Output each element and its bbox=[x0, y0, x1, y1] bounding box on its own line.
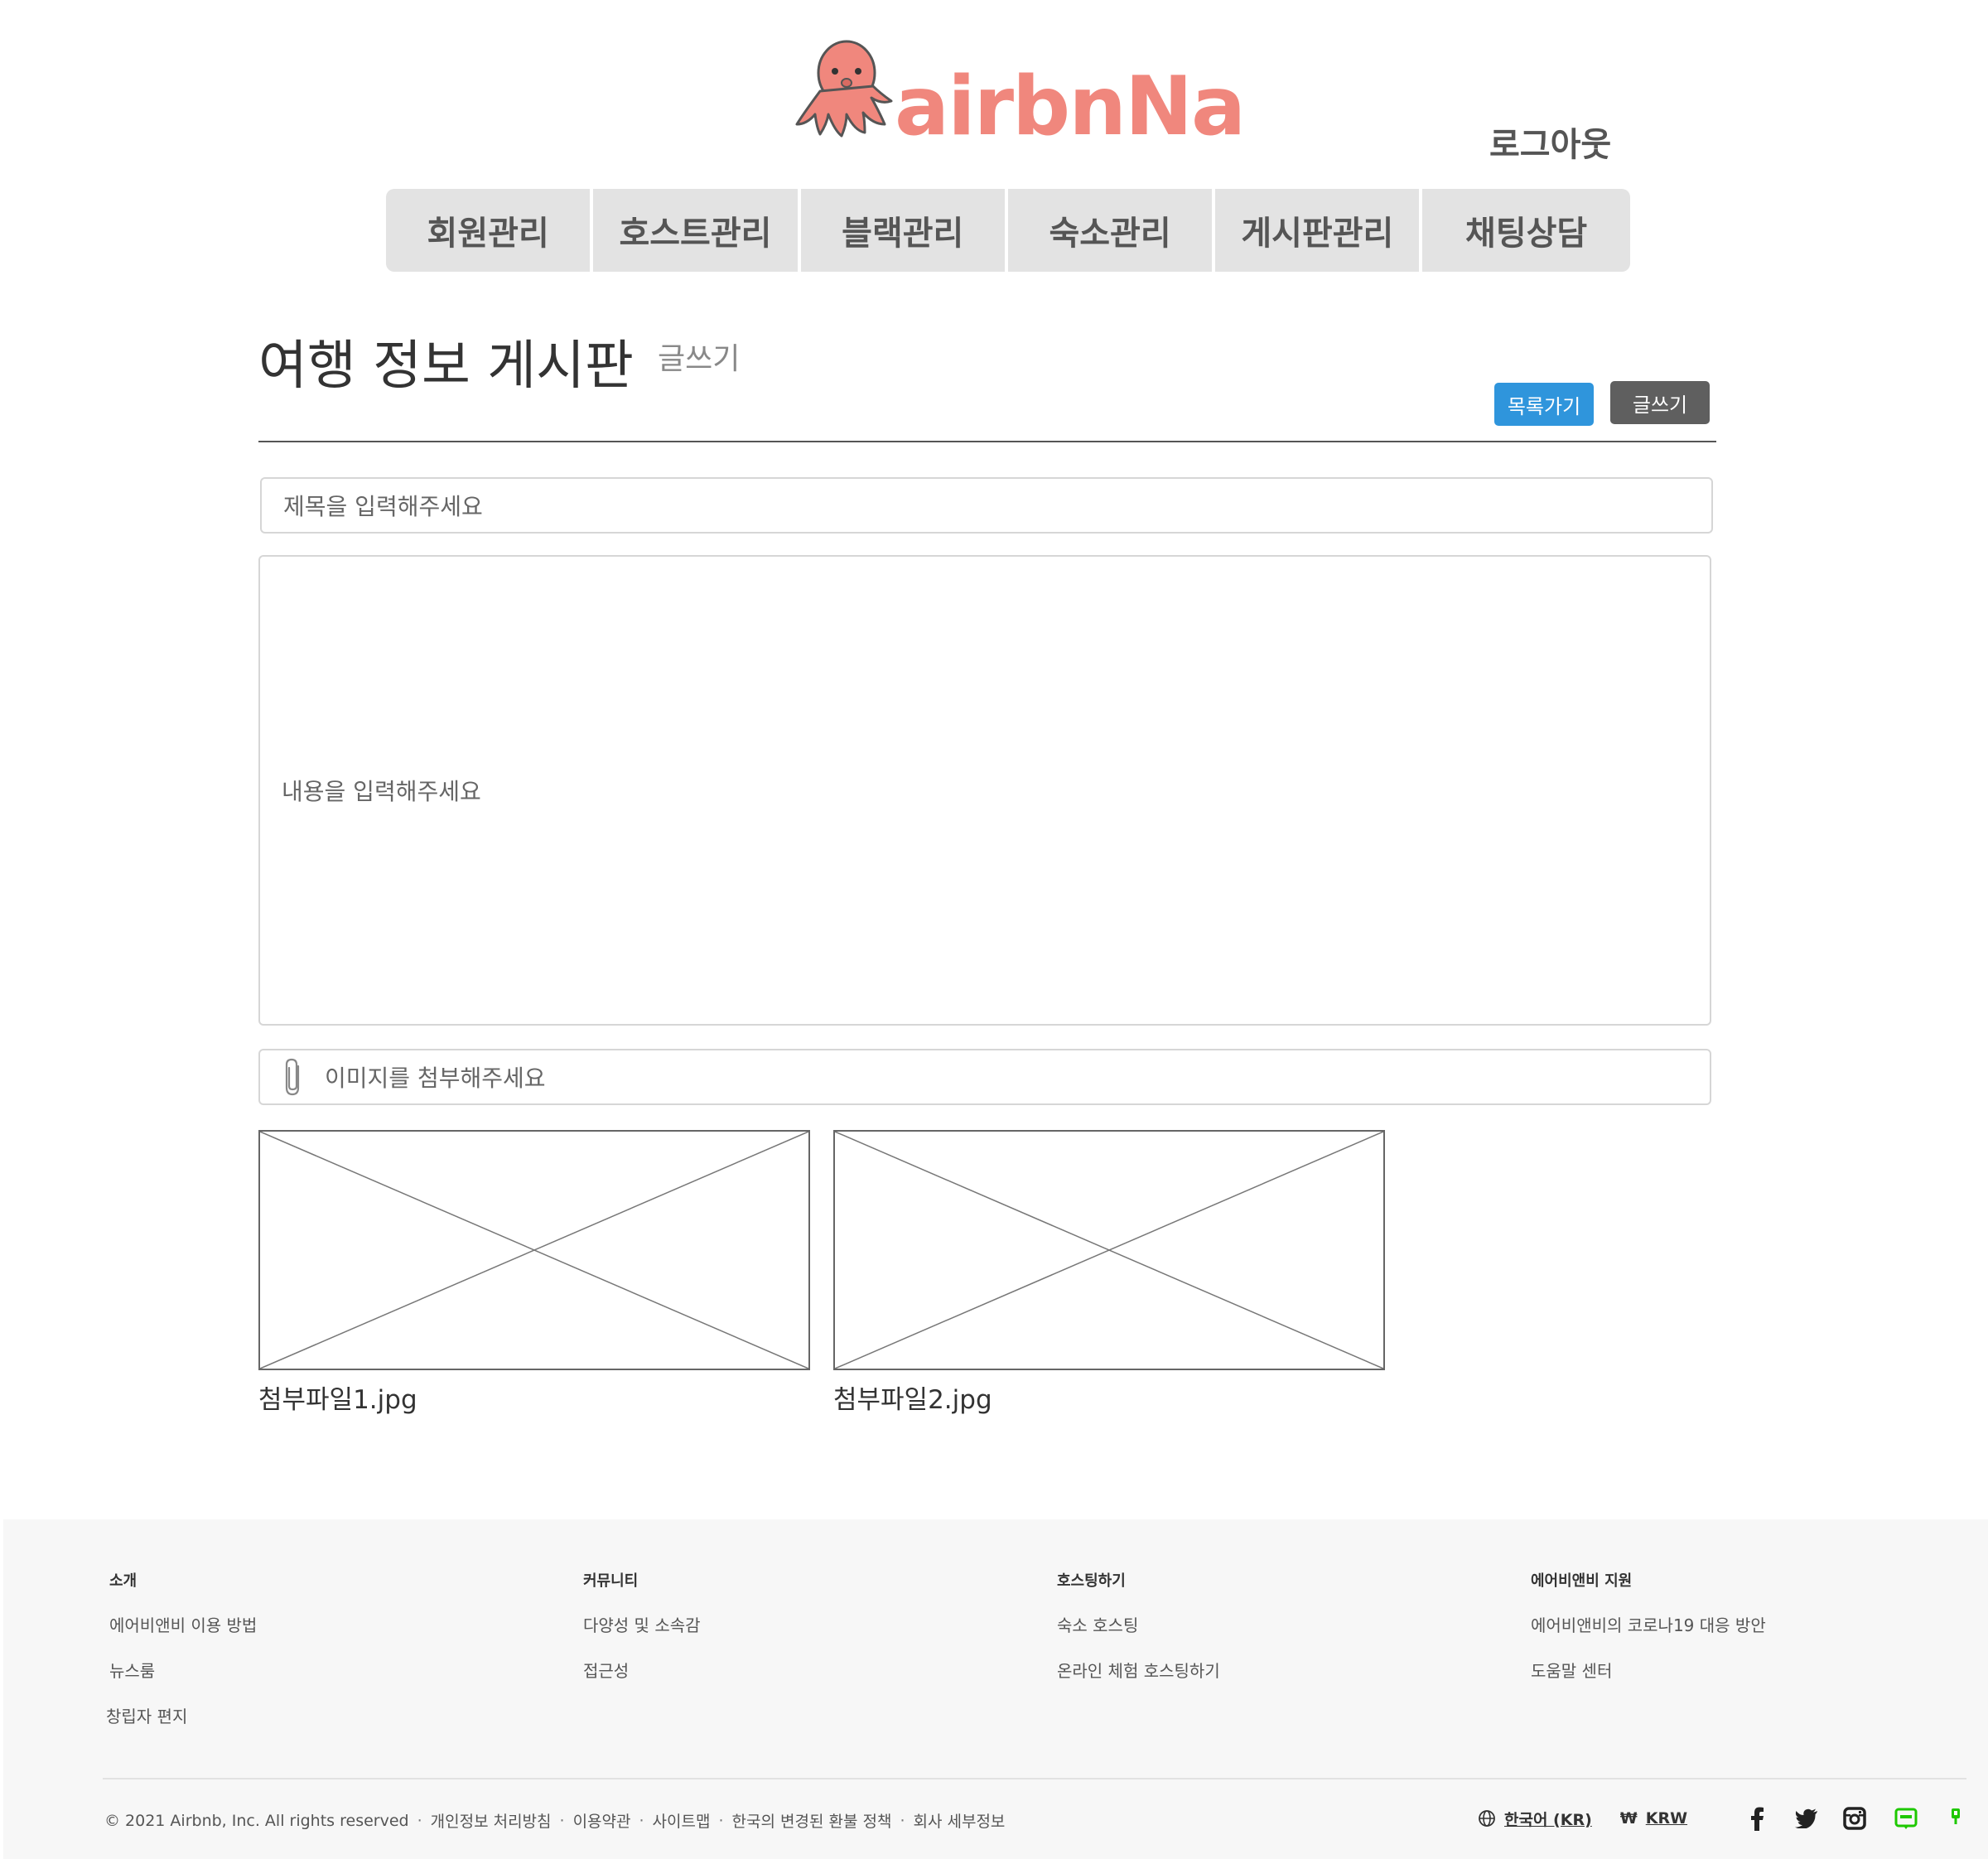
footer-link[interactable]: 온라인 체험 호스팅하기 bbox=[1057, 1658, 1220, 1682]
instagram-icon[interactable] bbox=[1841, 1804, 1869, 1832]
sitemap-link[interactable]: 사이트맵 bbox=[653, 1809, 711, 1832]
currency-symbol: ₩ bbox=[1619, 1809, 1638, 1828]
separator-dot: · bbox=[639, 1811, 644, 1830]
footer-link[interactable]: 에어비앤비의 코로나19 대응 방안 bbox=[1531, 1612, 1766, 1636]
footer-link[interactable]: 숙소 호스팅 bbox=[1057, 1612, 1220, 1636]
content-placeholder: 내용을 입력해주세요 bbox=[282, 778, 481, 805]
language-selector[interactable]: 한국어 (KR) bbox=[1504, 1808, 1592, 1830]
paperclip-icon bbox=[285, 1058, 300, 1096]
footer: 소개 에어비앤비 이용 방법 뉴스룸 창립자 편지 커뮤니티 다양성 및 소속감… bbox=[3, 1519, 1988, 1859]
octopus-logo-icon bbox=[795, 40, 893, 138]
nav-item-host[interactable]: 호스트관리 bbox=[593, 189, 801, 272]
logo[interactable]: airbnNa bbox=[795, 35, 1246, 147]
nav-item-chat[interactable]: 채팅상담 bbox=[1422, 189, 1630, 272]
attachment-filename-2: 첨부파일2.jpg bbox=[833, 1385, 992, 1415]
footer-link[interactable]: 도움말 센터 bbox=[1531, 1658, 1766, 1682]
footer-column-support: 에어비앤비 지원 에어비앤비의 코로나19 대응 방안 도움말 센터 bbox=[1531, 1569, 1766, 1703]
image-attach-input[interactable]: 이미지를 첨부해주세요 bbox=[258, 1049, 1711, 1105]
nav-item-blacklist[interactable]: 블랙관리 bbox=[800, 189, 1008, 272]
separator-dot: · bbox=[718, 1811, 724, 1830]
image-placeholder-icon bbox=[835, 1132, 1383, 1369]
attachment-filename-1: 첨부파일1.jpg bbox=[258, 1385, 417, 1415]
admin-nav: 회원관리 호스트관리 블랙관리 숙소관리 게시판관리 채팅상담 bbox=[386, 189, 1630, 272]
footer-link[interactable]: 창립자 편지 bbox=[106, 1703, 257, 1727]
page-title: 여행 정보 게시판 bbox=[258, 336, 634, 397]
locale-settings: 한국어 (KR) ₩ KRW bbox=[1478, 1804, 1687, 1832]
attach-placeholder: 이미지를 첨부해주세요 bbox=[325, 1065, 546, 1092]
title-placeholder: 제목을 입력해주세요 bbox=[283, 493, 483, 520]
title-divider bbox=[258, 441, 1716, 442]
footer-column-hosting: 호스팅하기 숙소 호스팅 온라인 체험 호스팅하기 bbox=[1057, 1569, 1220, 1703]
footer-link[interactable]: 뉴스룸 bbox=[109, 1658, 257, 1682]
title-input[interactable]: 제목을 입력해주세요 bbox=[260, 477, 1713, 534]
write-submit-button[interactable]: 글쓰기 bbox=[1610, 381, 1710, 424]
footer-heading: 커뮤니티 bbox=[583, 1572, 639, 1590]
logout-link[interactable]: 로그아웃 bbox=[1489, 118, 1611, 166]
page-subtitle: 글쓰기 bbox=[658, 342, 741, 376]
footer-legal: © 2021 Airbnb, Inc. All rights reserved … bbox=[104, 1809, 1005, 1832]
footer-divider bbox=[103, 1778, 1966, 1779]
separator-dot: · bbox=[417, 1811, 422, 1830]
naver-post-icon[interactable] bbox=[1942, 1804, 1970, 1832]
footer-heading: 호스팅하기 bbox=[1057, 1572, 1126, 1590]
footer-heading: 소개 bbox=[109, 1572, 138, 1590]
company-details-link[interactable]: 회사 세부정보 bbox=[913, 1809, 1005, 1832]
logo-text: airbnNa bbox=[895, 60, 1246, 154]
footer-column-community: 커뮤니티 다양성 및 소속감 접근성 bbox=[583, 1569, 701, 1703]
nav-item-lodging[interactable]: 숙소관리 bbox=[1007, 189, 1216, 272]
attachment-thumbnail-1[interactable] bbox=[258, 1130, 810, 1370]
twitter-icon[interactable] bbox=[1793, 1804, 1821, 1832]
image-placeholder-icon bbox=[260, 1132, 808, 1369]
back-to-list-button[interactable]: 목록가기 bbox=[1494, 383, 1594, 426]
terms-link[interactable]: 이용약관 bbox=[573, 1809, 631, 1832]
copyright-text: © 2021 Airbnb, Inc. All rights reserved bbox=[104, 1811, 409, 1830]
currency-selector[interactable]: KRW bbox=[1646, 1809, 1687, 1828]
separator-dot: · bbox=[559, 1811, 565, 1830]
footer-heading: 에어비앤비 지원 bbox=[1531, 1572, 1633, 1590]
nav-item-board[interactable]: 게시판관리 bbox=[1215, 189, 1423, 272]
footer-column-about: 소개 에어비앤비 이용 방법 뉴스룸 창립자 편지 bbox=[106, 1569, 257, 1749]
naver-blog-icon[interactable] bbox=[1892, 1804, 1920, 1832]
facebook-icon[interactable] bbox=[1743, 1804, 1771, 1832]
refund-policy-link[interactable]: 한국의 변경된 환불 정책 bbox=[732, 1809, 892, 1832]
footer-link[interactable]: 에어비앤비 이용 방법 bbox=[109, 1612, 257, 1636]
nav-item-member[interactable]: 회원관리 bbox=[386, 189, 594, 272]
attachment-thumbnail-2[interactable] bbox=[833, 1130, 1385, 1370]
separator-dot: · bbox=[900, 1811, 905, 1830]
globe-icon bbox=[1479, 1810, 1495, 1827]
footer-link[interactable]: 접근성 bbox=[583, 1658, 701, 1682]
privacy-link[interactable]: 개인정보 처리방침 bbox=[431, 1809, 552, 1832]
footer-link[interactable]: 다양성 및 소속감 bbox=[583, 1612, 701, 1636]
content-textarea[interactable]: 내용을 입력해주세요 bbox=[258, 555, 1711, 1026]
